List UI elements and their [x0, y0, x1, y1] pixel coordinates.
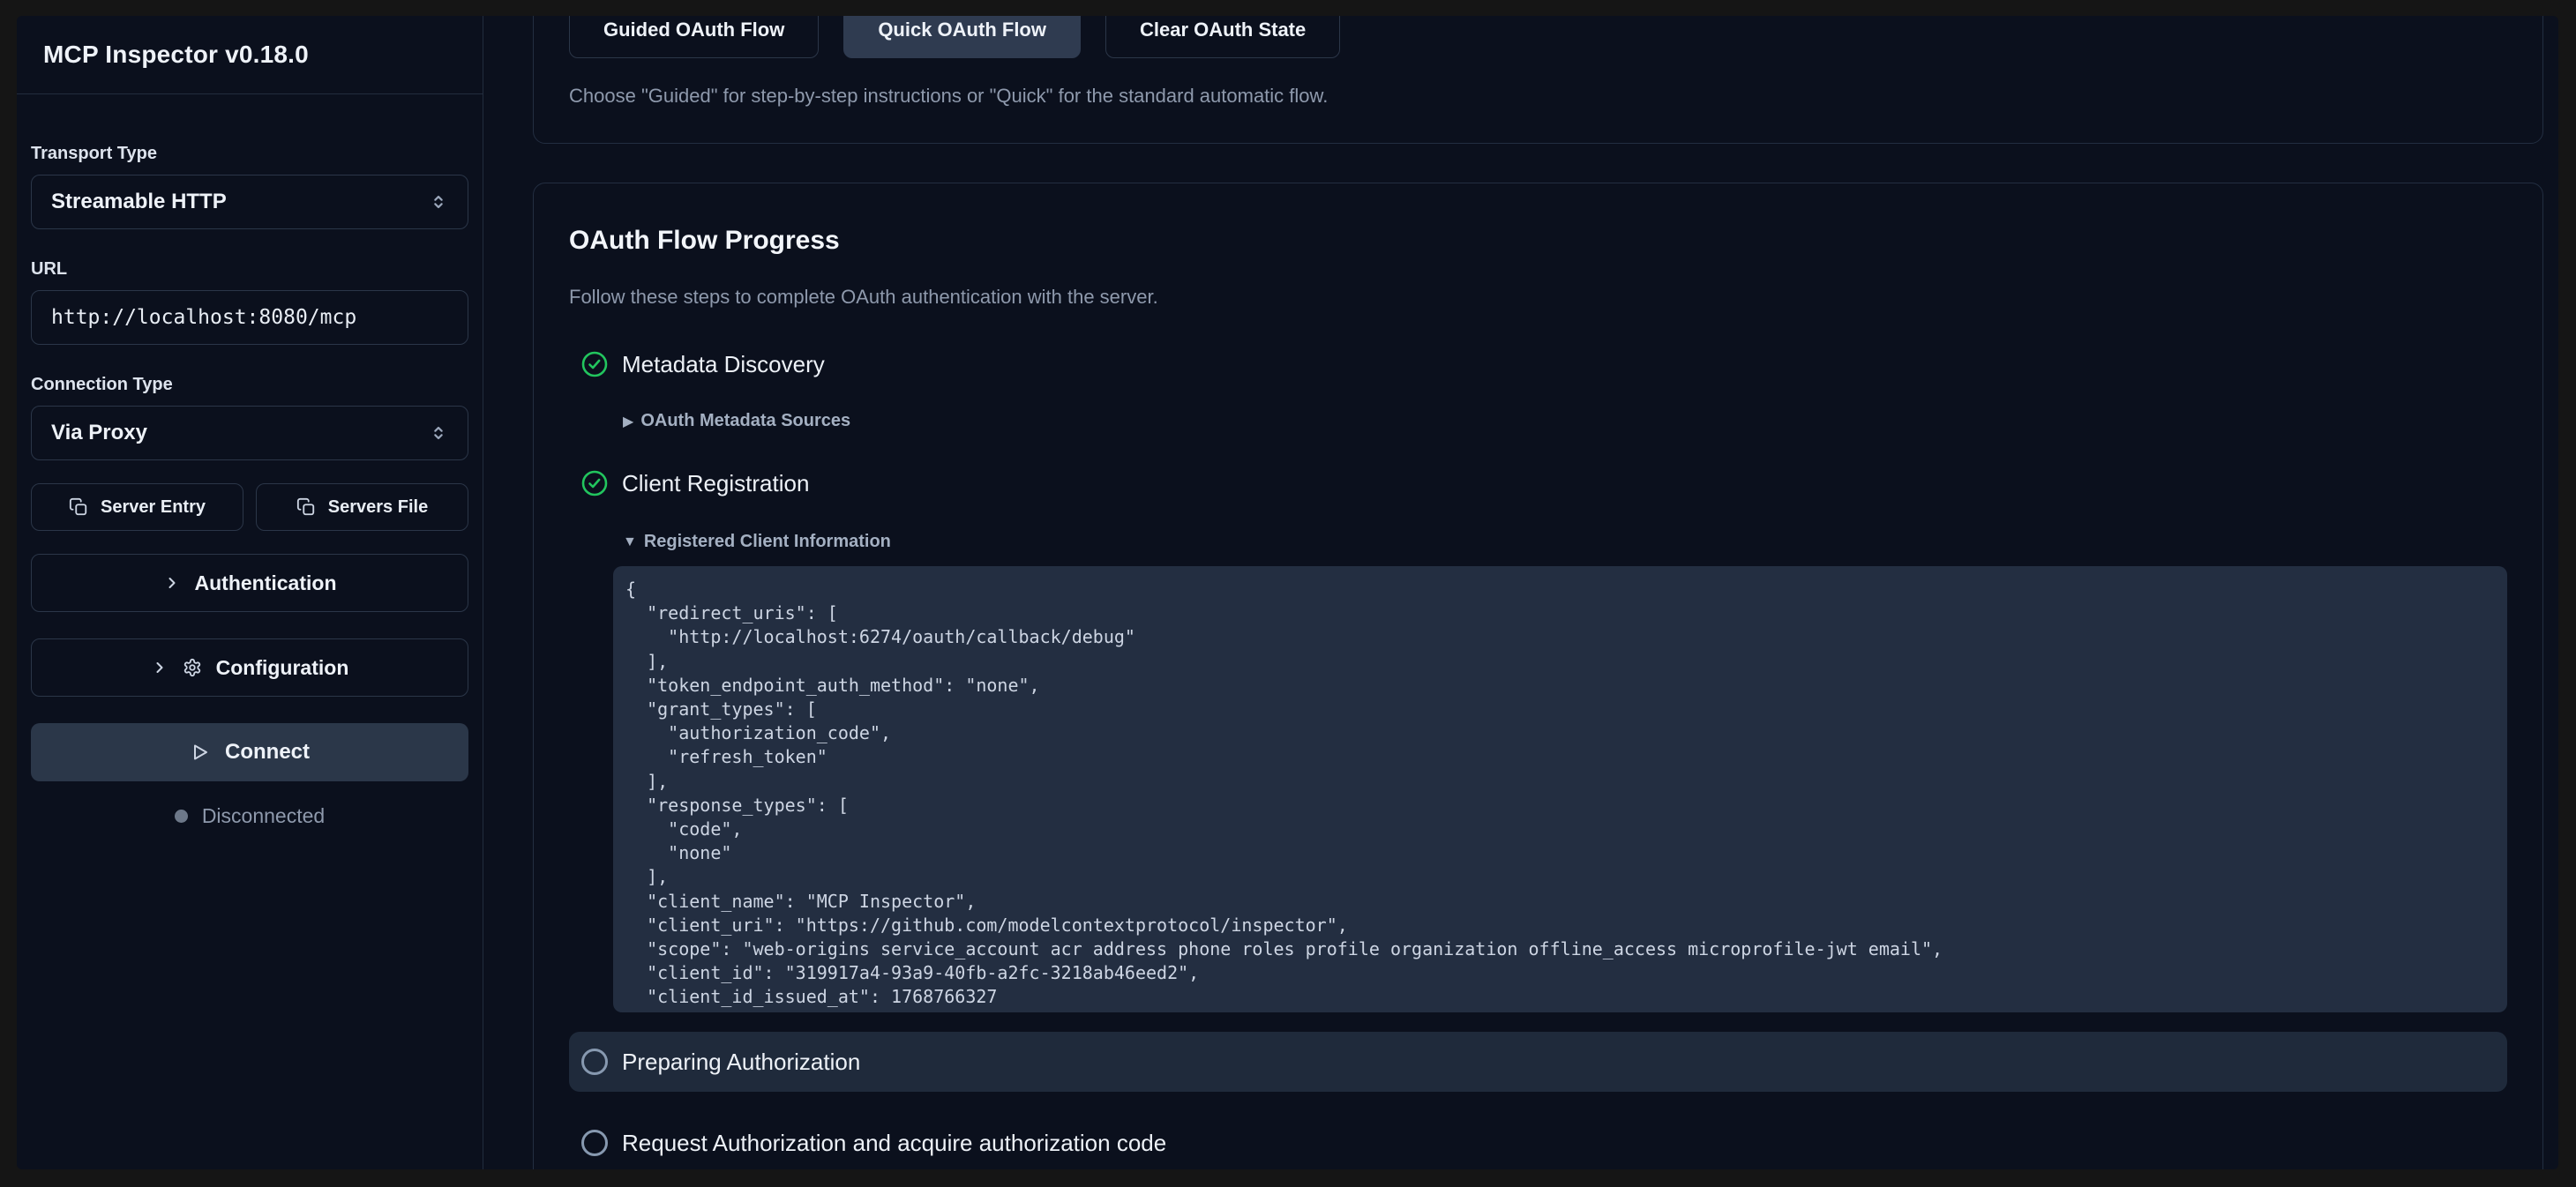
copy-icon	[296, 497, 316, 517]
chevron-right-icon	[151, 659, 168, 676]
transport-type-value: Streamable HTTP	[51, 190, 227, 214]
sidebar-header: MCP Inspector v0.18.0	[17, 16, 483, 94]
registered-client-info-label: Registered Client Information	[644, 532, 891, 552]
app-title: MCP Inspector v0.18.0	[43, 41, 309, 69]
server-entry-label: Server Entry	[101, 497, 206, 518]
clear-oauth-state-button[interactable]: Clear OAuth State	[1105, 16, 1340, 58]
configuration-toggle[interactable]: Configuration	[31, 638, 468, 697]
triangle-collapsed-icon: ▶	[623, 413, 633, 430]
export-buttons-row: Server Entry Servers File	[31, 483, 468, 531]
triangle-expanded-icon: ▼	[623, 534, 637, 550]
step-label: Preparing Authorization	[622, 1049, 860, 1076]
transport-type-select[interactable]: Streamable HTTP	[31, 175, 468, 229]
chevrons-up-down-icon	[429, 423, 448, 443]
step-request-authorization: Request Authorization and acquire author…	[569, 1113, 2507, 1169]
transport-type-label: Transport Type	[31, 144, 468, 164]
servers-file-label: Servers File	[328, 497, 428, 518]
step-label: Request Authorization and acquire author…	[622, 1130, 1166, 1157]
step-metadata-discovery: Metadata Discovery	[569, 351, 2507, 377]
configuration-label: Configuration	[216, 656, 349, 680]
connection-status: Disconnected	[31, 804, 468, 828]
check-circle-icon	[581, 351, 608, 377]
oauth-metadata-sources-toggle[interactable]: ▶ OAuth Metadata Sources	[623, 411, 2507, 431]
connection-type-value: Via Proxy	[51, 421, 147, 445]
servers-file-button[interactable]: Servers File	[256, 483, 468, 531]
check-circle-icon	[581, 470, 608, 496]
authentication-toggle[interactable]: Authentication	[31, 554, 468, 612]
registered-client-json: { "redirect_uris": [ "http://localhost:6…	[625, 578, 2490, 1012]
progress-subtitle: Follow these steps to complete OAuth aut…	[569, 286, 2507, 309]
oauth-metadata-sources-label: OAuth Metadata Sources	[640, 411, 850, 431]
oauth-progress-card: OAuth Flow Progress Follow these steps t…	[533, 183, 2543, 1169]
url-label: URL	[31, 259, 468, 280]
connection-type-label: Connection Type	[31, 375, 468, 395]
sidebar-content: Transport Type Streamable HTTP URL Conne…	[17, 94, 483, 828]
pending-circle-icon	[581, 1049, 608, 1075]
play-icon	[190, 742, 211, 763]
copy-icon	[69, 497, 88, 517]
connection-type-select[interactable]: Via Proxy	[31, 406, 468, 460]
server-entry-button[interactable]: Server Entry	[31, 483, 243, 531]
url-input[interactable]	[31, 290, 468, 345]
oauth-mode-buttons: Guided OAuth Flow Quick OAuth Flow Clear…	[569, 16, 2507, 58]
chevrons-up-down-icon	[429, 192, 448, 212]
authentication-label: Authentication	[195, 571, 337, 595]
step-label: Client Registration	[622, 470, 809, 497]
registered-client-json-block[interactable]: { "redirect_uris": [ "http://localhost:6…	[613, 566, 2507, 1012]
sidebar: MCP Inspector v0.18.0 Transport Type Str…	[17, 16, 483, 1169]
gear-icon	[183, 658, 202, 677]
status-text: Disconnected	[202, 804, 325, 828]
step-preparing-authorization: Preparing Authorization	[569, 1032, 2507, 1092]
main-panel: Guided OAuth Flow Quick OAuth Flow Clear…	[483, 16, 2558, 1169]
app-window: MCP Inspector v0.18.0 Transport Type Str…	[17, 16, 2558, 1169]
guided-oauth-flow-button[interactable]: Guided OAuth Flow	[569, 16, 819, 58]
pending-circle-icon	[581, 1130, 608, 1156]
oauth-mode-card: Guided OAuth Flow Quick OAuth Flow Clear…	[533, 16, 2543, 144]
connect-button[interactable]: Connect	[31, 723, 468, 781]
quick-oauth-flow-button[interactable]: Quick OAuth Flow	[843, 16, 1081, 58]
progress-title: OAuth Flow Progress	[569, 226, 2507, 256]
step-label: Metadata Discovery	[622, 351, 825, 378]
registered-client-info-toggle[interactable]: ▼ Registered Client Information	[623, 532, 2507, 552]
oauth-mode-caption: Choose "Guided" for step-by-step instruc…	[569, 85, 2507, 108]
step-client-registration: Client Registration	[569, 470, 2507, 496]
chevron-right-icon	[163, 574, 181, 592]
progress-steps: Metadata Discovery ▶ OAuth Metadata Sour…	[569, 351, 2507, 1169]
connect-label: Connect	[225, 740, 310, 765]
status-dot-icon	[175, 810, 188, 823]
